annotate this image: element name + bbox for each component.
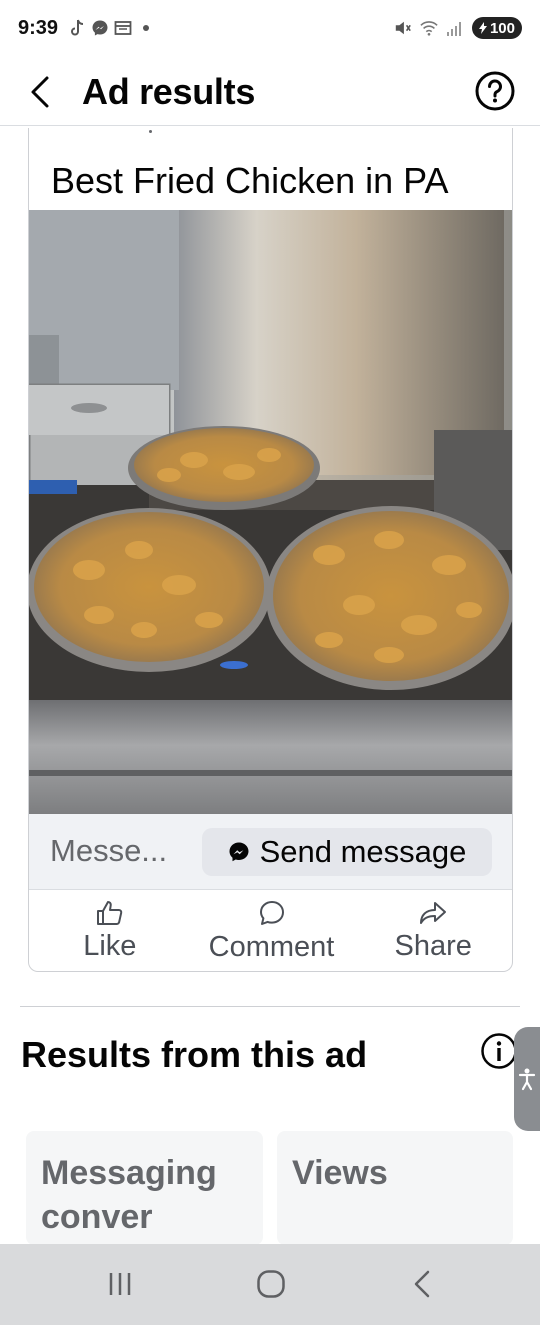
system-icons: 100 [394,17,522,39]
home-button[interactable] [251,1266,291,1302]
back-button[interactable] [22,72,58,112]
ad-caption: Best Fried Chicken in PA [51,160,449,201]
send-message-label: Send message [259,834,467,869]
section-divider [20,1006,520,1007]
share-label: Share [394,929,472,962]
share-button[interactable]: Share [352,890,512,971]
ad-image[interactable] [29,210,513,814]
comment-label: Comment [208,930,335,963]
wifi-icon [420,19,438,37]
messenger-icon [229,842,249,862]
help-button[interactable] [474,70,516,112]
accessibility-icon [518,1068,536,1091]
send-message-button[interactable]: Send message [202,828,492,876]
thumbs-up-icon [96,900,123,925]
notification-icons [68,19,155,37]
chevron-left-icon [31,76,49,108]
comment-icon [259,900,284,925]
like-button[interactable]: Like [29,890,191,971]
recent-apps-button[interactable] [100,1266,140,1302]
comment-button[interactable]: Comment [191,890,353,971]
info-icon [481,1033,517,1069]
results-title: Results from this ad [21,1034,368,1075]
message-row: Messe... Send message [29,814,512,890]
system-nav-bar [0,1244,540,1325]
result-tile-views[interactable]: Views [277,1131,513,1245]
status-bar: 9:39 100 [0,0,540,58]
tiktok-icon [68,19,86,37]
back-arrow-icon [414,1270,430,1298]
question-circle-icon [475,71,515,111]
accessibility-tab[interactable] [514,1027,540,1131]
app-bar: Ad results [0,58,540,126]
signal-icon [446,19,464,37]
result-tile-messaging[interactable]: Messaging conver [26,1131,263,1245]
mute-icon [394,19,412,37]
page-title: Ad results [82,71,256,112]
battery-indicator: 100 [471,17,522,39]
system-back-button[interactable] [402,1266,442,1302]
calendar-icon [114,19,132,37]
recent-apps-icon [109,1273,131,1295]
message-input[interactable]: Messe... [50,833,167,869]
battery-level: 100 [489,19,515,37]
tile-label: Messaging conver [41,1154,217,1236]
home-icon [257,1270,285,1298]
status-time: 9:39 [18,17,59,39]
dot-icon [137,19,155,37]
post-actions: Like Comment Share [29,890,512,971]
tile-label: Views [292,1154,388,1192]
info-button[interactable] [480,1032,518,1070]
messenger-icon [91,19,109,37]
separator-dot [149,130,152,133]
share-icon [420,901,447,924]
like-label: Like [83,929,137,962]
ad-preview-card: Best Fried Chicken in PA Messe... Send m… [28,128,513,972]
